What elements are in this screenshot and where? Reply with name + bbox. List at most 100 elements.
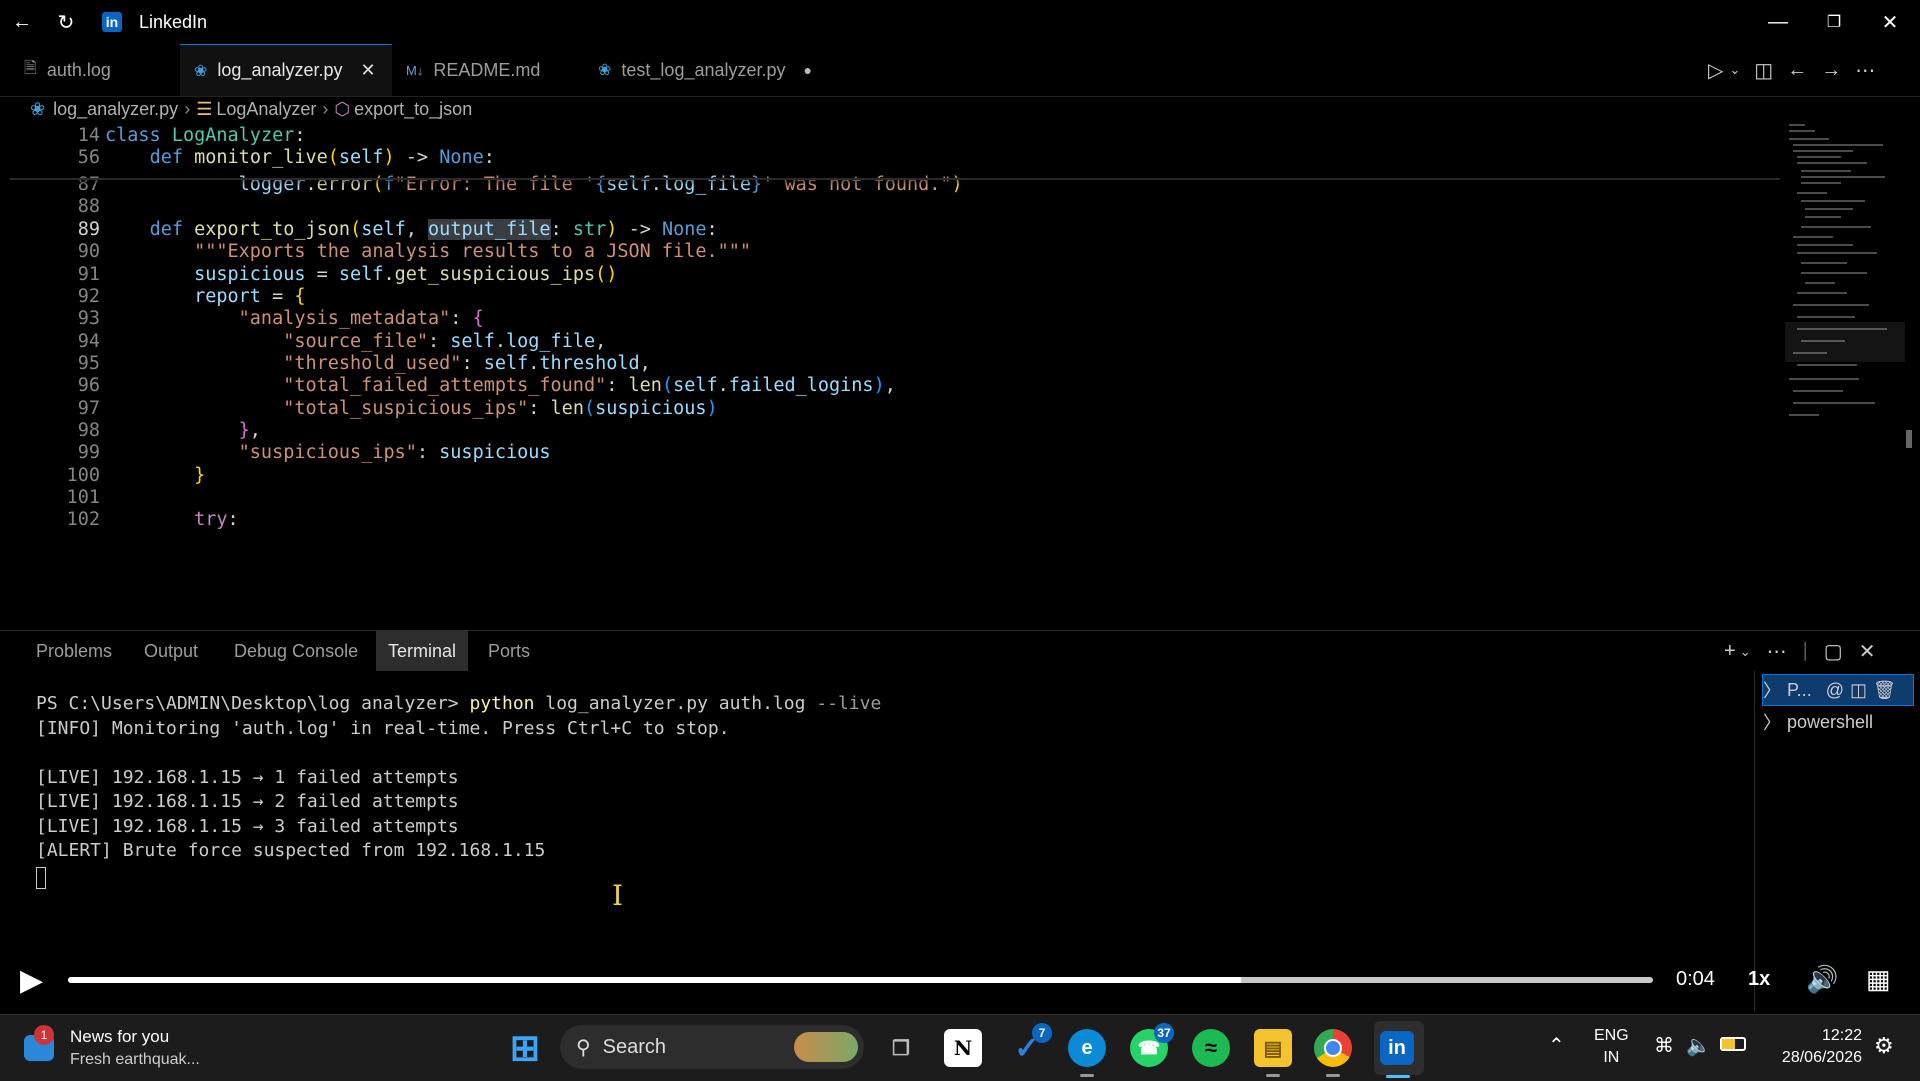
tab-label: log_analyzer.py xyxy=(217,60,343,80)
tab-debug-console[interactable]: Debug Console xyxy=(222,631,370,671)
chevron-down-icon[interactable]: ⌄ xyxy=(1729,62,1740,78)
tab-ports[interactable]: Ports xyxy=(476,631,542,671)
tab-log-analyzer[interactable]: ❀ log_analyzer.py ✕ xyxy=(180,44,392,96)
panel-actions: + ⌄ ⋯ | ▢ ✕ xyxy=(1724,639,1875,664)
back-icon[interactable]: ← xyxy=(0,0,44,44)
play-icon[interactable]: ▶ xyxy=(20,963,43,998)
clock[interactable]: 12:22 28/06/2026 xyxy=(1770,1025,1862,1069)
speaker-icon[interactable]: 🔈 xyxy=(1686,1033,1711,1058)
maximize-panel-icon[interactable]: ▢ xyxy=(1824,639,1843,664)
terminal-instance[interactable]: 〉 powershell xyxy=(1763,707,1873,737)
trash-icon[interactable]: 🗑 xyxy=(1873,680,1896,701)
chevron-up-icon[interactable]: ⌃ xyxy=(1548,1033,1565,1058)
markdown-icon: M↓ xyxy=(406,62,424,78)
breadcrumb-file[interactable]: log_analyzer.py xyxy=(53,99,178,120)
tab-label: README.md xyxy=(433,59,541,80)
terminal-output-line: [LIVE] 192.168.1.15 → 1 failed attempts xyxy=(36,767,459,788)
python-icon: ❀ xyxy=(30,98,46,119)
file-explorer-icon[interactable]: ▤ xyxy=(1254,1029,1292,1077)
terminal-output-line: [LIVE] 192.168.1.15 → 2 failed attempts xyxy=(36,791,459,812)
search-label: Search xyxy=(602,1035,667,1058)
todo-badge: 7 xyxy=(1032,1023,1052,1043)
news-badge: 1 xyxy=(34,1025,54,1045)
text-cursor-icon: I xyxy=(612,879,624,912)
linkedin-taskbar-icon[interactable]: in xyxy=(1380,1031,1414,1065)
sticky-scroll-divider xyxy=(10,178,1780,180)
at-icon[interactable]: @ xyxy=(1826,680,1844,701)
task-view-icon[interactable]: ❐ xyxy=(882,1029,920,1067)
exit-fullscreen-icon[interactable]: ▦ xyxy=(1866,964,1891,995)
chrome-icon[interactable] xyxy=(1314,1029,1352,1077)
terminal-command: python xyxy=(469,693,535,714)
news-widget-icon[interactable]: 1 xyxy=(24,1025,58,1063)
editor-scrollbar-thumb[interactable] xyxy=(1906,430,1912,448)
more-actions-icon[interactable]: ⋯ xyxy=(1767,639,1787,664)
split-editor-icon[interactable]: ◫ xyxy=(1754,58,1773,83)
volume-icon[interactable]: 🔊 xyxy=(1806,964,1838,995)
divider: | xyxy=(1802,640,1808,662)
notion-icon[interactable]: N xyxy=(944,1029,982,1067)
restore-icon[interactable]: ❐ xyxy=(1812,0,1856,44)
settings-gear-icon[interactable]: ⚙ xyxy=(1874,1033,1894,1059)
region-label: IN xyxy=(1603,1049,1620,1066)
tab-problems[interactable]: Problems xyxy=(24,631,124,671)
run-icon[interactable]: ▷ xyxy=(1708,58,1723,83)
edge-icon[interactable]: e xyxy=(1068,1029,1106,1077)
refresh-icon[interactable]: ↻ xyxy=(44,0,88,44)
terminal-name: P... xyxy=(1787,679,1812,700)
wifi-icon[interactable]: ⌘ xyxy=(1654,1033,1674,1058)
navigate-forward-icon[interactable]: → xyxy=(1821,59,1841,82)
close-window-icon[interactable]: ✕ xyxy=(1868,0,1912,44)
terminal-icon: 〉 xyxy=(1763,713,1781,733)
more-actions-icon[interactable]: ⋯ xyxy=(1855,58,1875,83)
code-editor[interactable]: 14 class LogAnalyzer: 56 def monitor_live(… xyxy=(0,122,1780,626)
terminal-instance-active[interactable]: 〉 P... @ ◫ 🗑 xyxy=(1762,674,1914,706)
battery-icon[interactable] xyxy=(1720,1037,1746,1051)
video-progress-bar[interactable] xyxy=(68,977,1653,983)
code-line[interactable]: 56 def monitor_live(self) -> None: xyxy=(0,144,1780,171)
window-title: LinkedIn xyxy=(139,12,208,32)
tab-readme[interactable]: M↓ README.md xyxy=(392,44,578,96)
breadcrumb-method[interactable]: export_to_json xyxy=(354,99,472,120)
minimize-icon[interactable]: — xyxy=(1756,0,1800,44)
linkedin-app-icon: in xyxy=(102,12,122,32)
news-subtitle[interactable]: Fresh earthquak... xyxy=(70,1051,200,1069)
python-icon: ❀ xyxy=(598,62,612,79)
unsaved-dot-icon: ● xyxy=(803,62,812,78)
language-indicator[interactable]: ENG IN xyxy=(1594,1025,1629,1069)
code-line[interactable]: 102 try: xyxy=(0,506,1780,533)
close-tab-icon[interactable]: ✕ xyxy=(361,60,376,81)
todo-icon[interactable]: ✓ 7 xyxy=(1008,1023,1052,1067)
news-title[interactable]: News for you xyxy=(70,1027,169,1047)
terminal-args: log_analyzer.py auth.log xyxy=(534,693,817,714)
tab-label: auth.log xyxy=(46,59,111,80)
breadcrumb-class[interactable]: LogAnalyzer xyxy=(216,99,316,120)
terminal-prompt: PS C:\Users\ADMIN\Desktop\log analyzer> xyxy=(36,693,470,714)
split-terminal-icon[interactable]: ◫ xyxy=(1850,680,1867,701)
close-panel-icon[interactable]: ✕ xyxy=(1859,639,1876,664)
whatsapp-icon[interactable]: ☎ 37 xyxy=(1130,1023,1174,1067)
terminal-output-line: [INFO] Monitoring 'auth.log' in real-tim… xyxy=(36,718,730,739)
chevron-down-icon[interactable]: ⌄ xyxy=(1740,644,1751,660)
taskbar-search[interactable]: ⚲ Search xyxy=(560,1025,864,1069)
tab-test-log-analyzer[interactable]: ❀ test_log_analyzer.py ● xyxy=(584,44,834,96)
minimap[interactable] xyxy=(1785,122,1905,422)
tab-output[interactable]: Output xyxy=(132,631,210,671)
terminal-icon: 〉 xyxy=(1763,681,1781,701)
file-icon: 🗎 xyxy=(24,59,37,77)
spotify-icon[interactable]: ≈ xyxy=(1192,1029,1230,1067)
video-time: 0:04 xyxy=(1676,968,1715,990)
line-number: 102 xyxy=(66,509,100,530)
new-terminal-icon[interactable]: + xyxy=(1724,640,1736,663)
video-progress-fill xyxy=(68,977,1241,983)
terminal-output-line: [ALERT] Brute force suspected from 192.1… xyxy=(36,840,546,861)
tab-terminal[interactable]: Terminal xyxy=(376,631,469,671)
method-icon: ⬡ xyxy=(334,98,351,119)
playback-speed[interactable]: 1x xyxy=(1748,968,1770,991)
windows-start-icon[interactable]: ⊞ xyxy=(506,1027,544,1068)
navigate-back-icon[interactable]: ← xyxy=(1787,59,1807,82)
tab-auth-log[interactable]: 🗎 auth.log xyxy=(10,44,180,96)
taskbar: 1 News for you Fresh earthquak... ⊞ ⚲ Se… xyxy=(0,1014,1920,1081)
clock-date: 28/06/2026 xyxy=(1781,1049,1862,1066)
search-highlight-image xyxy=(794,1032,858,1062)
